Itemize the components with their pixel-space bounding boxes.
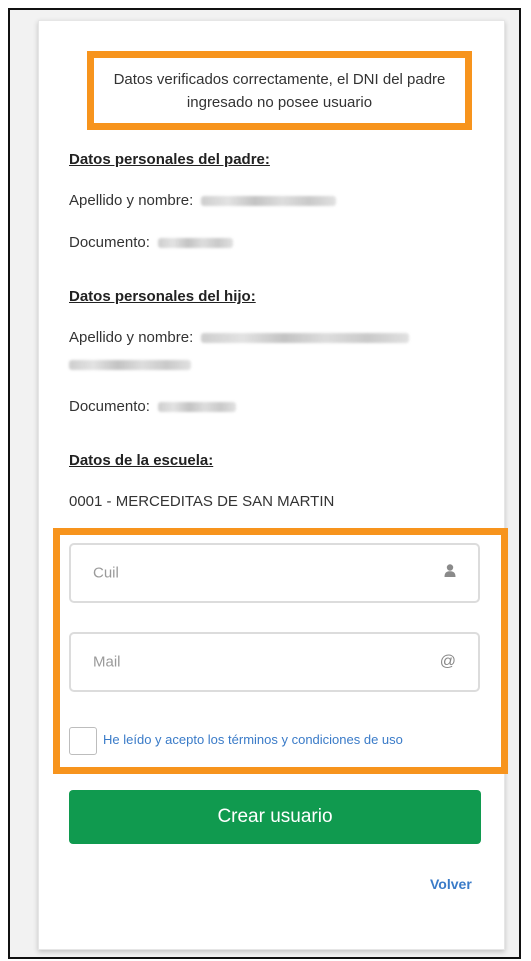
child-name-row: Apellido y nombre:: [69, 329, 410, 346]
cuil-input[interactable]: Cuil: [69, 543, 480, 603]
child-name-label: Apellido y nombre:: [69, 329, 194, 346]
terms-checkbox[interactable]: [69, 727, 97, 755]
verification-notice: Datos verificados correctamente, el DNI …: [87, 51, 472, 130]
child-document-label: Documento:: [69, 398, 150, 415]
father-name-row: Apellido y nombre:: [69, 192, 337, 209]
child-name-row-2: [69, 356, 191, 373]
father-section-heading: Datos personales del padre:: [69, 151, 270, 168]
notice-text: Datos verificados correctamente, el DNI …: [113, 70, 446, 111]
create-user-button[interactable]: Crear usuario: [69, 790, 481, 844]
child-name-redacted: [201, 333, 410, 344]
father-name-label: Apellido y nombre:: [69, 192, 194, 209]
father-document-redacted: [158, 238, 234, 249]
mail-placeholder: Mail: [93, 653, 121, 671]
mail-input[interactable]: Mail @: [69, 632, 480, 692]
child-section-heading: Datos personales del hijo:: [69, 288, 256, 305]
at-icon: @: [439, 653, 456, 670]
school-section-heading: Datos de la escuela:: [69, 452, 214, 469]
user-icon: [444, 564, 456, 583]
father-document-label: Documento:: [69, 234, 150, 251]
father-name-redacted: [201, 196, 337, 207]
child-document-row: Documento:: [69, 398, 237, 415]
child-document-redacted: [158, 402, 237, 413]
terms-link[interactable]: He leído y acepto los términos y condici…: [103, 732, 403, 747]
child-name-redacted-2: [69, 360, 191, 371]
cuil-placeholder: Cuil: [93, 564, 119, 582]
create-user-button-label: Crear usuario: [217, 806, 333, 827]
school-value: 0001 - MERCEDITAS DE SAN MARTIN: [69, 493, 335, 510]
father-document-row: Documento:: [69, 234, 234, 251]
back-link[interactable]: Volver: [430, 876, 472, 892]
